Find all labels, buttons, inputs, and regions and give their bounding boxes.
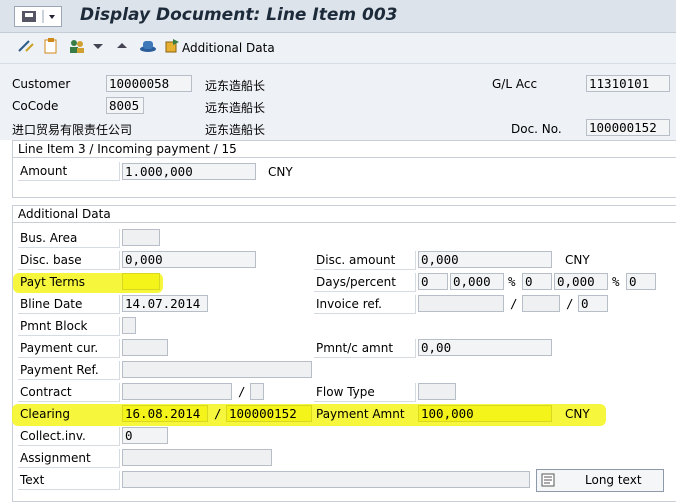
cocode-label: CoCode bbox=[12, 99, 59, 113]
assignment-field[interactable] bbox=[122, 449, 272, 466]
flow-type-field[interactable] bbox=[418, 383, 456, 400]
days1-field[interactable]: 0 bbox=[418, 273, 448, 290]
contract-sep: / bbox=[238, 384, 246, 399]
amount-field[interactable]: 1.000,000 bbox=[122, 163, 256, 180]
contract-field[interactable] bbox=[122, 383, 232, 400]
invoice-ref-field[interactable] bbox=[418, 295, 504, 312]
payment-amnt-currency: CNY bbox=[565, 407, 590, 421]
bline-date-field[interactable]: 14.07.2014 bbox=[122, 295, 208, 312]
invoice-ref-item-field[interactable]: 0 bbox=[578, 295, 608, 312]
pct2-sign: % bbox=[612, 274, 620, 289]
cocode-name: 远东造船长 bbox=[205, 101, 266, 115]
clearing-doc-field[interactable]: 100000152 bbox=[226, 405, 312, 422]
customer-field[interactable]: 10000058 bbox=[106, 75, 192, 92]
gl-account-label: G/L Acc bbox=[492, 77, 538, 91]
amount-currency: CNY bbox=[268, 165, 293, 179]
contract-type-field[interactable] bbox=[250, 383, 264, 400]
days3-field[interactable]: 0 bbox=[626, 273, 656, 290]
display-change-icon[interactable] bbox=[16, 38, 36, 58]
collect-inv-field[interactable]: 0 bbox=[122, 427, 168, 444]
additional-data-divider bbox=[12, 222, 676, 223]
payment-cur-field[interactable] bbox=[122, 339, 168, 356]
text-field[interactable] bbox=[122, 471, 530, 488]
cocode-field[interactable]: 8005 bbox=[106, 97, 144, 114]
company-name-2: 远东造船长 bbox=[205, 123, 266, 137]
invoice-ref-sep1: / bbox=[510, 296, 518, 311]
line-item-divider bbox=[12, 157, 676, 158]
invoice-ref-sep2: / bbox=[566, 296, 574, 311]
additional-data-title: Additional Data bbox=[18, 207, 111, 221]
pct1-field[interactable]: 0,000 bbox=[450, 273, 504, 290]
days-percent-label: Days/percent bbox=[314, 273, 416, 292]
pct2-field[interactable]: 0,000 bbox=[554, 273, 608, 290]
doc-no-field[interactable]: 100000152 bbox=[586, 119, 670, 136]
partner-icon[interactable] bbox=[67, 38, 87, 58]
additional-data-button[interactable]: Additional Data bbox=[182, 41, 275, 55]
pmnt-c-amnt-label: Pmnt/c amnt bbox=[314, 339, 416, 358]
disc-amount-label: Disc. amount bbox=[314, 251, 416, 270]
assignment-label: Assignment bbox=[18, 449, 120, 468]
long-text-label: Long text bbox=[585, 473, 642, 487]
bus-area-label: Bus. Area bbox=[18, 229, 120, 248]
payment-ref-field[interactable] bbox=[122, 361, 312, 378]
pct1-sign: % bbox=[508, 274, 516, 289]
window-title: Display Document: Line Item 003 bbox=[80, 5, 398, 25]
long-text-icon bbox=[541, 473, 557, 490]
clearing-sep: / bbox=[214, 406, 222, 421]
payment-amnt-field[interactable]: 100,000 bbox=[418, 405, 552, 422]
text-label: Text bbox=[18, 471, 120, 490]
system-menu-icon bbox=[22, 10, 55, 23]
disc-amount-field[interactable]: 0,000 bbox=[418, 251, 552, 268]
hat-icon[interactable] bbox=[138, 38, 158, 58]
days2-field[interactable]: 0 bbox=[522, 273, 552, 290]
invoice-ref-year-field[interactable] bbox=[522, 295, 560, 312]
system-menu-button[interactable] bbox=[14, 6, 62, 27]
payt-terms-field[interactable] bbox=[122, 273, 160, 290]
previous-item-icon[interactable] bbox=[116, 38, 128, 58]
pmnt-c-amnt-field[interactable]: 0,00 bbox=[418, 339, 552, 356]
bline-date-label: Bline Date bbox=[18, 295, 120, 314]
disc-base-field[interactable]: 0,000 bbox=[122, 251, 256, 268]
additional-data-icon[interactable] bbox=[164, 38, 180, 58]
payment-ref-label: Payment Ref. bbox=[18, 361, 120, 380]
document-icon[interactable] bbox=[42, 38, 60, 58]
payt-terms-label: Payt Terms bbox=[20, 275, 86, 289]
pmnt-block-label: Pmnt Block bbox=[18, 317, 120, 336]
line-item-title: Line Item 3 / Incoming payment / 15 bbox=[18, 142, 237, 156]
payment-amnt-label: Payment Amnt bbox=[316, 407, 405, 421]
contract-label: Contract bbox=[18, 383, 120, 402]
company-text: 进口贸易有限责任公司 bbox=[12, 123, 133, 137]
pmnt-block-field[interactable] bbox=[122, 317, 136, 334]
doc-no-label: Doc. No. bbox=[511, 122, 562, 136]
customer-label: Customer bbox=[12, 77, 71, 91]
disc-base-label: Disc. base bbox=[18, 251, 120, 270]
clearing-date-field[interactable]: 16.08.2014 bbox=[122, 405, 208, 422]
amount-label: Amount bbox=[18, 162, 120, 181]
clearing-label: Clearing bbox=[20, 407, 70, 421]
gl-account-field[interactable]: 11310101 bbox=[586, 75, 670, 92]
customer-name: 远东造船长 bbox=[205, 79, 266, 93]
flow-type-label: Flow Type bbox=[314, 383, 416, 402]
payment-cur-label: Payment cur. bbox=[18, 339, 120, 358]
bus-area-field[interactable] bbox=[122, 229, 160, 246]
collect-inv-label: Collect.inv. bbox=[18, 427, 120, 446]
long-text-button[interactable]: Long text bbox=[536, 469, 664, 492]
disc-amount-currency: CNY bbox=[565, 253, 590, 267]
invoice-ref-label: Invoice ref. bbox=[314, 295, 416, 314]
dropdown-arrow-icon[interactable] bbox=[92, 38, 104, 58]
